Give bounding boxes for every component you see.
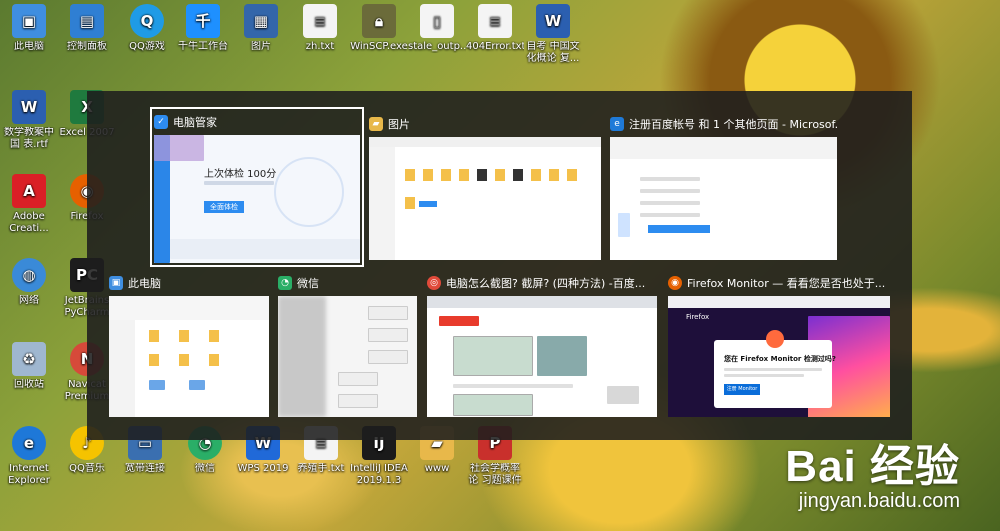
desktop-icon-this-pc[interactable]: ▣ 此电脑 [0,4,58,53]
tile-title: 电脑怎么截图? 截屏? (四种方法) -百度... [446,277,646,290]
tile-title: 微信 [297,277,319,290]
switcher-tile-wechat[interactable]: ◔ 微信 [278,272,417,417]
qq-game-icon: Q [130,4,164,38]
text-file-icon: ≡ [303,4,337,38]
switcher-tile-pictures[interactable]: ▰ 图片 [369,113,601,260]
tile-thumbnail [610,137,837,260]
firefox-icon: ◉ [668,276,682,290]
tile-header: ◉ Firefox Monitor — 看看您是否也处于... [668,272,890,294]
control-panel-icon: ▤ [70,4,104,38]
desktop-icon-winscp[interactable]: 🔒︎ WinSCP.exe [350,4,408,53]
tile-thumbnail [278,296,417,417]
desktop-icon-adobe[interactable]: A Adobe Creati... [0,174,58,235]
image-file-icon: ▦ [244,4,278,38]
tile-title: Firefox Monitor — 看看您是否也处于... [687,277,886,290]
tile-thumbnail [109,296,269,417]
tile-header: ◎ 电脑怎么截图? 截屏? (四种方法) -百度... [427,272,657,294]
text-file-icon: ≡ [478,4,512,38]
desktop-icon-stale-output[interactable]: ▯ stale_outp... [408,4,466,53]
winscp-icon: 🔒︎ [362,4,396,38]
edge-icon: e [610,117,624,131]
word-doc-icon: W [12,90,46,124]
computer-icon: ▣ [12,4,46,38]
file-icon: ▯ [420,4,454,38]
tile-title: 图片 [388,118,410,131]
desktop-icon-zh-txt[interactable]: ≡ zh.txt [291,4,349,53]
qianniu-icon: 千 [186,4,220,38]
switcher-tile-pc-manager[interactable]: ✓ 电脑管家 上次体检 100分 全面体检 [150,107,364,267]
tile-header: e 注册百度帐号 和 1 个其他页面 - Microsof... [610,113,837,135]
tile-title: 注册百度帐号 和 1 个其他页面 - Microsof... [629,118,837,131]
tile-header: ▰ 图片 [369,113,601,135]
tile-thumbnail [369,137,601,260]
tile-title: 电脑管家 [173,116,217,129]
tile-thumbnail: 上次体检 100分 全面体检 [154,135,360,263]
desktop-icon-ie[interactable]: e Internet Explorer [0,426,58,487]
wechat-icon: ◔ [278,276,292,290]
switcher-tile-this-pc[interactable]: ▣ 此电脑 [109,272,269,417]
switcher-tile-edge[interactable]: e 注册百度帐号 和 1 个其他页面 - Microsof... [610,113,837,260]
desktop-icon-qianniu[interactable]: 千 千牛工作台 [174,4,232,53]
thumb-button: 注册 Monitor [724,384,760,395]
desktop-icon-pictures[interactable]: ▦ 图片 [232,4,290,53]
window-switcher: ✓ 电脑管家 上次体检 100分 全面体检 ▰ 图片 e 注册百度帐号 和 1 … [87,91,912,440]
tile-header: ◔ 微信 [278,272,417,294]
ie-icon: e [12,426,46,460]
tile-header: ✓ 电脑管家 [154,111,360,133]
switcher-tile-firefox-monitor[interactable]: ◉ Firefox Monitor — 看看您是否也处于... Firefox … [668,272,890,417]
watermark-url: jingyan.baidu.com [798,490,960,512]
thumb-brand: Firefox [686,313,710,321]
tile-thumbnail [427,296,657,417]
word-doc-icon: W [536,4,570,38]
thumb-button: 全面体检 [204,201,244,213]
chrome-icon: ◎ [427,276,441,290]
tile-thumbnail: Firefox 您在 Firefox Monitor 检测过吗? 注册 Moni… [668,296,890,417]
switcher-tile-chrome[interactable]: ◎ 电脑怎么截图? 截屏? (四种方法) -百度... [427,272,657,417]
thumb-headline: 您在 Firefox Monitor 检测过吗? [724,355,836,363]
desktop-icon-rtf[interactable]: W 数学教案中国 表.rtf [0,90,58,151]
desktop-icon-word-doc[interactable]: W 自考 中国文化概论 复... [524,4,582,65]
adobe-icon: A [12,174,46,208]
thumb-headline: 上次体检 100分 [204,169,277,180]
desktop-icon-control-panel[interactable]: ▤ 控制面板 [58,4,116,53]
computer-icon: ▣ [109,276,123,290]
baidu-jingyan-watermark: Bai 经验 jingyan.baidu.com [785,430,960,513]
network-icon: ◍ [12,258,46,292]
desktop-icon-network[interactable]: ◍ 网络 [0,258,58,307]
recycle-bin-icon: ♻︎ [12,342,46,376]
desktop-icon-qq-game[interactable]: Q QQ游戏 [118,4,176,53]
pc-manager-icon: ✓ [154,115,168,129]
tile-title: 此电脑 [128,277,161,290]
desktop-icon-404error[interactable]: ≡ 404Error.txt [466,4,524,53]
desktop-icon-recycle-bin[interactable]: ♻︎ 回收站 [0,342,58,391]
folder-icon: ▰ [369,117,383,131]
tile-header: ▣ 此电脑 [109,272,269,294]
watermark-logo-text: Bai 经验 [785,442,960,491]
